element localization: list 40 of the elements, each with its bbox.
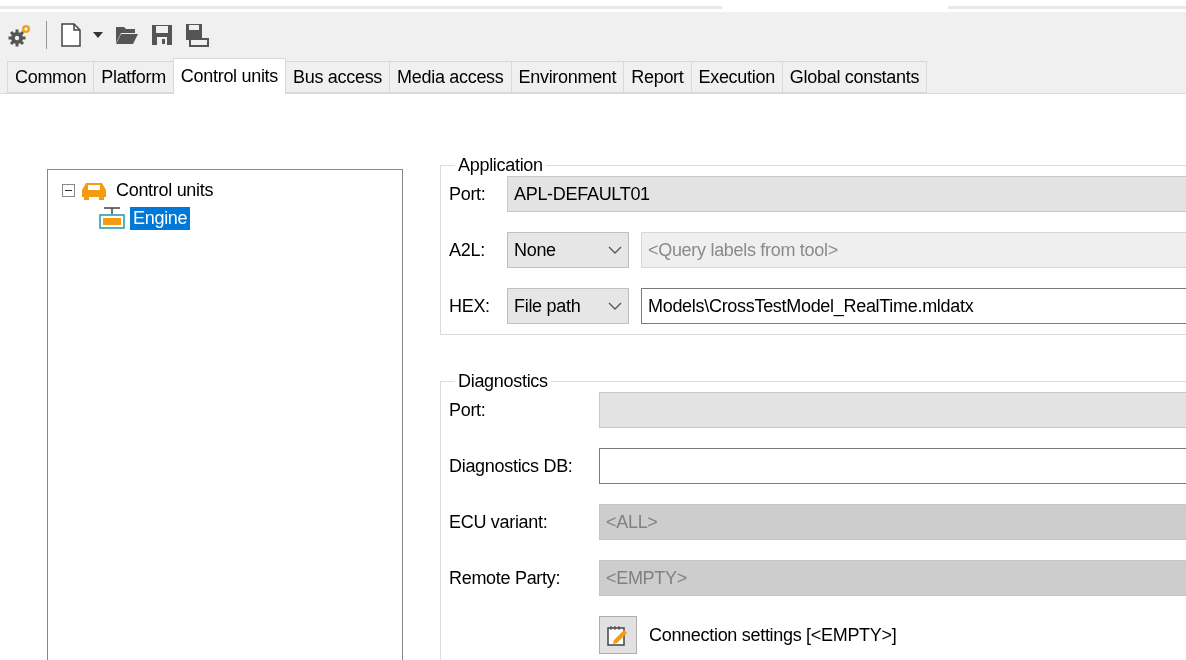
car-icon: [79, 180, 109, 200]
text-field[interactable]: Models\CrossTestModel_RealTime.mldatx: [641, 288, 1186, 324]
chevron-down-icon: [608, 246, 622, 254]
edit-button[interactable]: [599, 616, 637, 654]
tab[interactable]: Control units: [172, 58, 286, 94]
new-file-icon[interactable]: [61, 22, 81, 47]
field-label: Port:: [449, 183, 487, 205]
dropdown[interactable]: File path: [507, 288, 629, 324]
tab[interactable]: Environment: [510, 61, 625, 93]
group-title: Diagnostics: [457, 371, 549, 392]
tab[interactable]: Global constants: [781, 61, 928, 93]
text-field[interactable]: [599, 392, 1186, 428]
field-label: A2L:: [449, 239, 486, 261]
folder-icon[interactable]: [115, 24, 139, 45]
tab[interactable]: Common: [7, 61, 95, 93]
tab[interactable]: Execution: [690, 61, 783, 93]
tab[interactable]: Bus access: [285, 61, 391, 93]
text-field[interactable]: [599, 448, 1186, 484]
dropdown[interactable]: None: [507, 232, 629, 268]
notepad-pencil-icon: [606, 623, 630, 647]
field-label: HEX:: [449, 295, 491, 317]
caret-icon[interactable]: [93, 31, 103, 38]
tab[interactable]: Media access: [389, 61, 512, 93]
connection-settings-label: Connection settings [<EMPTY>]: [649, 624, 897, 646]
chevron-down-icon: [608, 302, 622, 310]
field-label: Remote Party:: [449, 567, 562, 589]
field-label: ECU variant:: [449, 511, 549, 533]
tab[interactable]: Report: [623, 61, 692, 93]
save-icon[interactable]: [151, 23, 173, 46]
tree-item[interactable]: Control units: [113, 178, 217, 202]
ecu-chip-icon: [98, 206, 126, 230]
collapse-icon[interactable]: [62, 183, 75, 197]
field-label: Port:: [449, 399, 487, 421]
text-field[interactable]: APL-DEFAULT01: [507, 176, 1186, 212]
group-title: Application: [457, 155, 544, 176]
save-all-icon[interactable]: [185, 22, 209, 47]
gear-icon[interactable]: [8, 22, 32, 47]
field-label: Diagnostics DB:: [449, 455, 574, 477]
tree-item[interactable]: Engine: [130, 206, 191, 230]
tab[interactable]: Platform: [93, 61, 174, 93]
